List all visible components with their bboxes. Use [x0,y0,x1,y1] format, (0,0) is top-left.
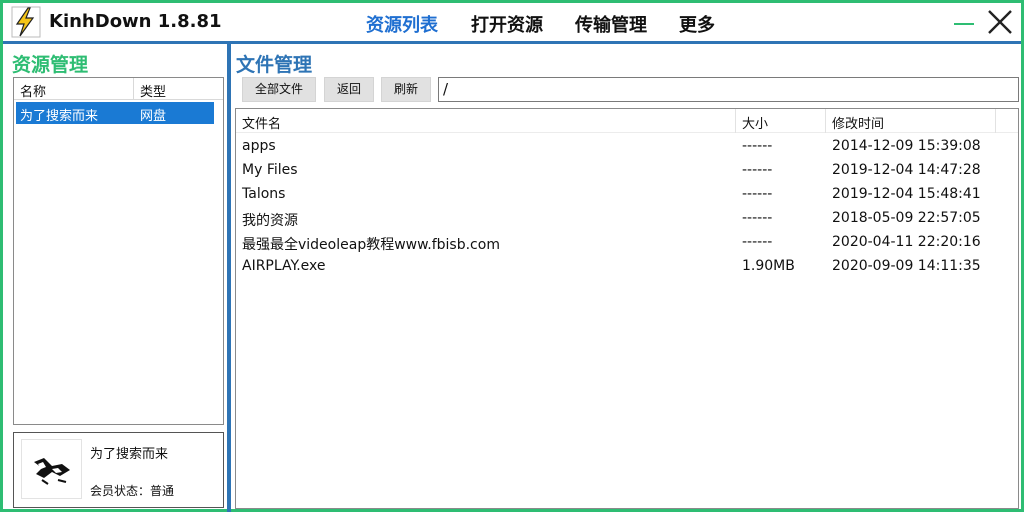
resource-row-selected[interactable]: 为了搜索而来 网盘 [16,102,214,124]
file-list: 文件名 大小 修改时间 apps ------ 2014-12-09 15:39… [235,108,1019,509]
file-modified: 2020-04-11 22:20:16 [832,234,981,250]
column-header-modified[interactable]: 修改时间 [832,113,884,132]
resource-list-header: 名称 类型 [14,78,223,100]
resource-panel-title: 资源管理 [12,54,89,76]
file-size: 1.90MB [742,258,795,274]
file-name: AIRPLAY.exe [242,258,326,274]
file-panel-title: 文件管理 [236,54,313,76]
close-icon[interactable] [985,7,1015,37]
refresh-button[interactable]: 刷新 [381,77,431,102]
file-name: Talons [242,186,286,202]
file-name: 我的资源 [242,213,298,229]
file-modified: 2018-05-09 22:57:05 [832,210,981,226]
file-size: ------ [742,138,773,154]
user-name: 为了搜索而来 [90,447,169,462]
nav-resource-list[interactable]: 资源列表 [366,11,438,37]
all-files-button[interactable]: 全部文件 [242,77,316,102]
file-name: 最强最全videoleap教程www.fbisb.com [242,237,500,253]
file-size: ------ [742,210,773,226]
avatar[interactable] [21,439,82,499]
nav-more[interactable]: 更多 [679,11,715,37]
minimize-icon[interactable] [953,13,975,31]
avatar-logo-icon [34,458,70,485]
file-row[interactable]: 我的资源 ------ 2018-05-09 22:57:05 [236,207,1018,231]
file-row[interactable]: Talons ------ 2019-12-04 15:48:41 [236,183,1018,207]
back-button[interactable]: 返回 [324,77,374,102]
lightning-icon [11,6,41,38]
file-size: ------ [742,186,773,202]
file-modified: 2020-09-09 14:11:35 [832,258,981,274]
file-size: ------ [742,162,773,178]
file-row[interactable]: AIRPLAY.exe 1.90MB 2020-09-09 14:11:35 [236,255,1018,279]
column-header-filename[interactable]: 文件名 [242,113,281,132]
resource-list: 名称 类型 为了搜索而来 网盘 [13,77,224,425]
file-modified: 2014-12-09 15:39:08 [832,138,981,154]
column-separator [133,78,134,100]
resource-type: 网盘 [140,109,167,124]
resource-name: 为了搜索而来 [20,109,99,124]
file-row[interactable]: 最强最全videoleap教程www.fbisb.com ------ 2020… [236,231,1018,255]
file-panel: 文件管理 全部文件 返回 刷新 / 文件名 大小 修改时间 apps -----… [231,44,1021,509]
file-modified: 2019-12-04 15:48:41 [832,186,981,202]
app-window: KinhDown 1.8.81 资源列表 打开资源 传输管理 更多 资源管理 名… [0,0,1024,512]
column-header-name[interactable]: 名称 [20,81,46,100]
file-list-header: 文件名 大小 修改时间 [236,109,1018,133]
column-separator [735,109,736,133]
file-name: My Files [242,162,298,178]
title-bar: KinhDown 1.8.81 资源列表 打开资源 传输管理 更多 [3,3,1021,41]
column-separator [825,109,826,133]
column-header-type[interactable]: 类型 [140,81,166,100]
path-input[interactable]: / [438,77,1019,102]
user-info-box: 为了搜索而来 会员状态：普通 [13,432,224,508]
file-name: apps [242,138,276,154]
resource-panel: 资源管理 名称 类型 为了搜索而来 网盘 为了搜索而来 会员状态：普通 [5,44,227,509]
column-header-size[interactable]: 大小 [742,113,768,132]
file-size: ------ [742,234,773,250]
membership-status: 会员状态：普通 [90,484,175,498]
column-separator [995,109,996,133]
file-modified: 2019-12-04 14:47:28 [832,162,981,178]
file-row[interactable]: apps ------ 2014-12-09 15:39:08 [236,135,1018,159]
nav-transfer-management[interactable]: 传输管理 [575,11,647,37]
file-row[interactable]: My Files ------ 2019-12-04 14:47:28 [236,159,1018,183]
app-title: KinhDown 1.8.81 [49,11,222,32]
nav-open-resource[interactable]: 打开资源 [471,11,543,37]
